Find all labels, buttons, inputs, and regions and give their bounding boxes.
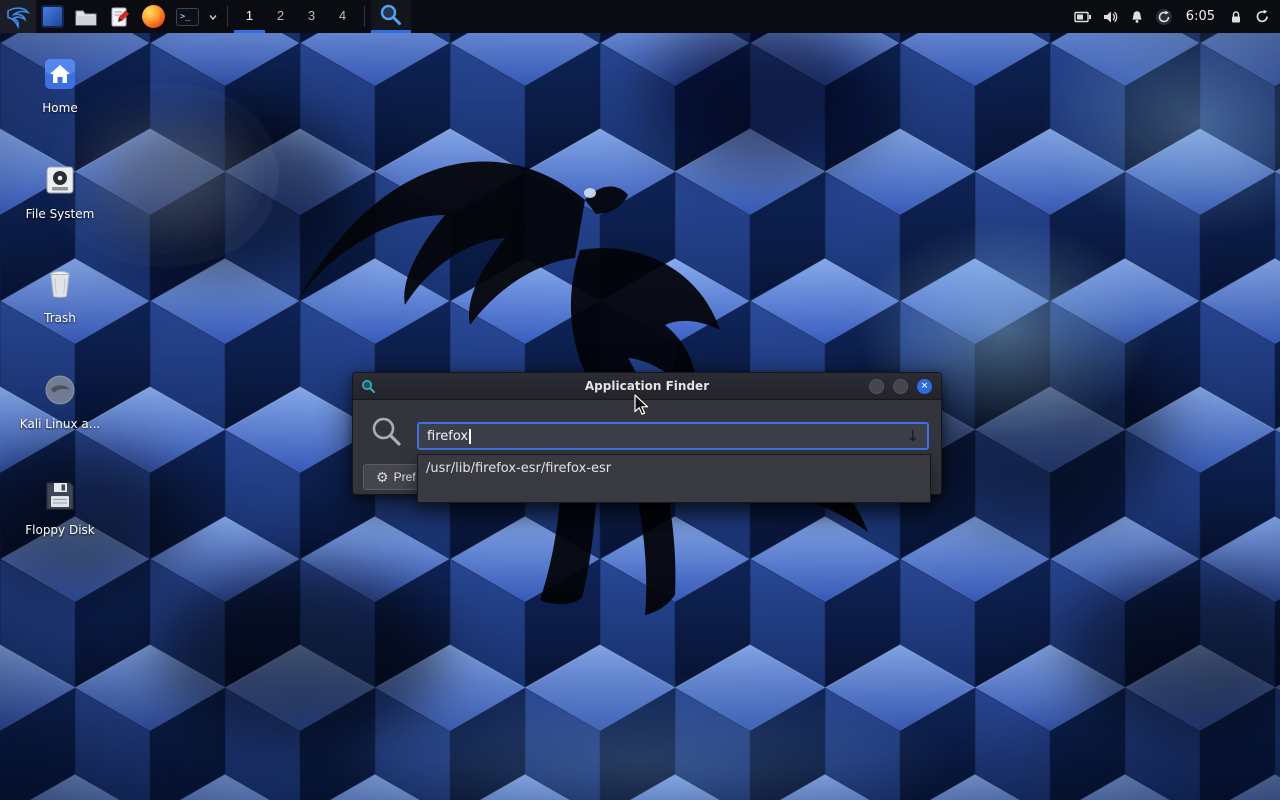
desktop-icon-label: Floppy Disk [0,523,120,537]
tray-battery-button[interactable] [1069,0,1097,33]
kali-menu-button[interactable] [0,0,36,33]
mouse-cursor [634,394,650,416]
tray-updates-button[interactable] [1150,0,1178,33]
desktop-icon-label: Trash [0,311,120,325]
window-title: Application Finder [353,379,941,393]
panel-separator [227,6,228,27]
desktop-icon-label: File System [0,207,120,221]
bell-icon [1129,9,1145,25]
gear-icon: ⚙ [376,469,389,486]
workspace-4[interactable]: 4 [327,0,358,33]
desktop-icon-home[interactable]: Home [0,56,120,115]
svg-text:>_: >_ [180,12,191,22]
close-button[interactable]: ✕ [917,379,932,394]
launcher-firefox[interactable] [137,0,170,33]
text-caret [469,429,471,444]
completion-popup: /usr/lib/firefox-esr/firefox-esr [417,454,931,503]
search-icon [369,414,405,450]
workspace-switcher: 1 2 3 4 [234,0,358,33]
update-circular-arrow-icon [1155,8,1173,26]
chevron-down-icon [208,4,218,30]
desktop-icon-file-system[interactable]: File System [0,162,120,221]
workspace-3[interactable]: 3 [296,0,327,33]
terminal-icon: >_ [175,5,200,29]
kali-docs-icon [42,372,78,408]
file-system-icon [42,162,78,198]
floppy-disk-icon [42,478,78,514]
trash-icon [42,266,78,302]
clock[interactable]: 6:05 [1178,0,1223,33]
launcher-text-editor[interactable] [103,0,137,33]
search-text: firefox [427,429,468,444]
panel-separator [364,6,365,27]
top-panel: >_ 1 2 3 4 [0,0,1280,33]
desktop-icon-label: Home [0,101,120,115]
tray-notifications-button[interactable] [1124,0,1150,33]
minimize-button[interactable] [869,379,884,394]
taskbar-application-finder[interactable] [371,0,411,33]
panel-right: 6:05 [1069,0,1280,33]
tray-lock-button[interactable] [1223,0,1249,33]
firefox-icon [142,5,165,28]
tray-power-button[interactable] [1249,0,1276,33]
terminal-dropdown-button[interactable] [205,0,221,33]
desktop-icon-kali-linux[interactable]: Kali Linux a... [0,372,120,431]
maximize-button[interactable] [893,379,908,394]
desktop-icon-floppy-disk[interactable]: Floppy Disk [0,478,120,537]
panel-left: >_ 1 2 3 4 [0,0,411,33]
application-finder-icon [378,2,404,28]
battery-icon [1074,9,1092,25]
launcher-terminal[interactable]: >_ [170,0,205,33]
workspace-1[interactable]: 1 [234,0,265,33]
desktop-screen: >_ 1 2 3 4 [0,0,1280,800]
folder-icon [74,5,98,29]
close-icon: ✕ [921,381,929,390]
window-controls: ✕ [869,379,941,394]
text-editor-icon [108,5,132,29]
files-app-icon [41,5,64,28]
application-finder-window: Application Finder ✕ firefox ↓ ⚙ [352,372,942,495]
desktop-icon-trash[interactable]: Trash [0,266,120,325]
launcher-files[interactable] [36,0,69,33]
lock-icon [1228,9,1244,25]
desktop-icon-label: Kali Linux a... [0,417,120,431]
preferences-label: Pref [394,470,416,484]
speaker-icon [1102,9,1119,25]
tray-volume-button[interactable] [1097,0,1124,33]
home-icon [42,56,78,92]
power-refresh-icon [1254,8,1271,25]
dropdown-arrow-icon[interactable]: ↓ [906,427,919,445]
workspace-2[interactable]: 2 [265,0,296,33]
kali-logo-icon [5,4,31,30]
completion-item[interactable]: /usr/lib/firefox-esr/firefox-esr [418,455,930,482]
launcher-file-manager[interactable] [69,0,103,33]
search-input[interactable]: firefox ↓ [417,422,929,450]
